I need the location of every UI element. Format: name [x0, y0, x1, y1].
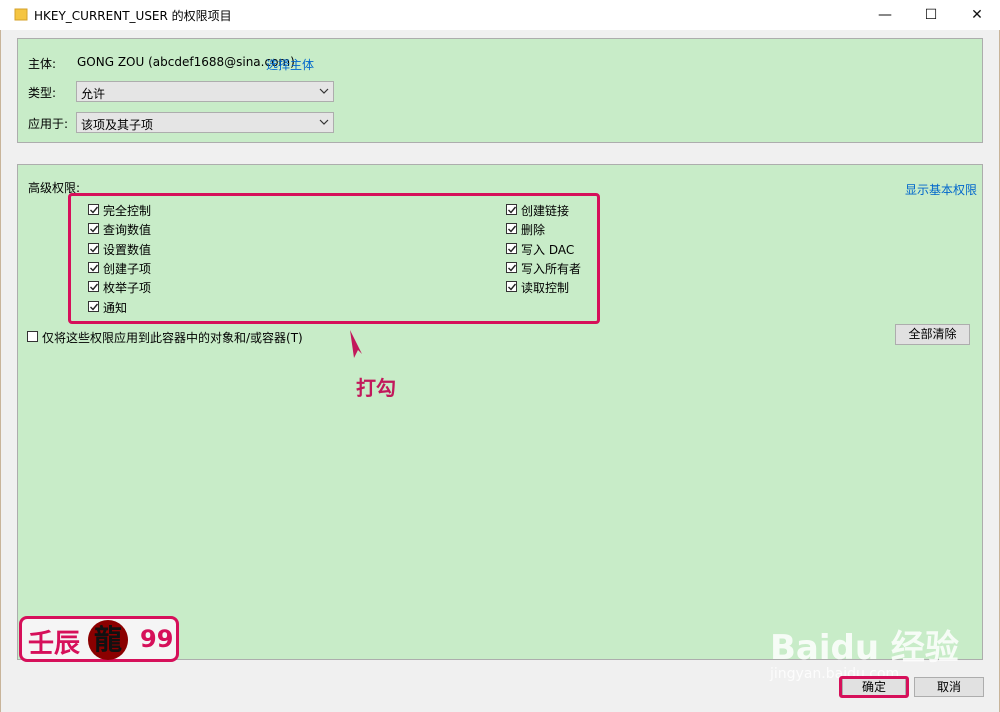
principal-label: 主体:: [28, 57, 57, 71]
type-select[interactable]: 允许: [76, 81, 334, 102]
show-basic-permissions-link[interactable]: 显示基本权限: [905, 181, 977, 198]
cancel-button[interactable]: 取消: [914, 677, 984, 697]
dragon-logo: 龍: [88, 620, 128, 660]
apply-only-label: 仅将这些权限应用到此容器中的对象和/或容器(T): [42, 331, 303, 345]
type-label: 类型:: [28, 86, 57, 100]
chevron-down-icon: [319, 88, 329, 94]
principal-panel: 主体: GONG ZOU (abcdef1688@sina.com) 选择主体 …: [17, 38, 983, 143]
ok-highlight-ring: [839, 676, 909, 698]
watermark-main: Baidu 经验: [770, 628, 959, 668]
clear-all-button[interactable]: 全部清除: [895, 324, 970, 345]
maximize-button[interactable]: ☐: [908, 0, 954, 30]
minimize-button[interactable]: —: [862, 0, 908, 30]
select-principal-link[interactable]: 选择主体: [266, 56, 314, 73]
principal-value: GONG ZOU (abcdef1688@sina.com): [77, 55, 295, 69]
folder-icon: [14, 8, 28, 21]
close-button[interactable]: ✕: [954, 0, 1000, 30]
badge-right-text: 99: [140, 625, 174, 653]
title-bar: HKEY_CURRENT_USER 的权限项目 — ☐ ✕: [0, 0, 1000, 30]
badge-left-text: 壬辰: [28, 629, 81, 659]
applies-to-select-value: 该项及其子项: [81, 118, 154, 132]
type-select-value: 允许: [81, 87, 106, 101]
annotation-arrow-icon: [350, 330, 362, 358]
window-title: HKEY_CURRENT_USER 的权限项目: [34, 9, 232, 23]
applies-to-select[interactable]: 该项及其子项: [76, 112, 334, 133]
checkbox-box: [27, 331, 38, 342]
applies-to-label: 应用于:: [28, 117, 69, 131]
chevron-down-icon: [319, 119, 329, 125]
watermark-badge: 壬辰 龍 99: [19, 616, 179, 662]
annotation-highlight-box: [68, 193, 600, 324]
annotation-text: 打勾: [356, 376, 396, 400]
